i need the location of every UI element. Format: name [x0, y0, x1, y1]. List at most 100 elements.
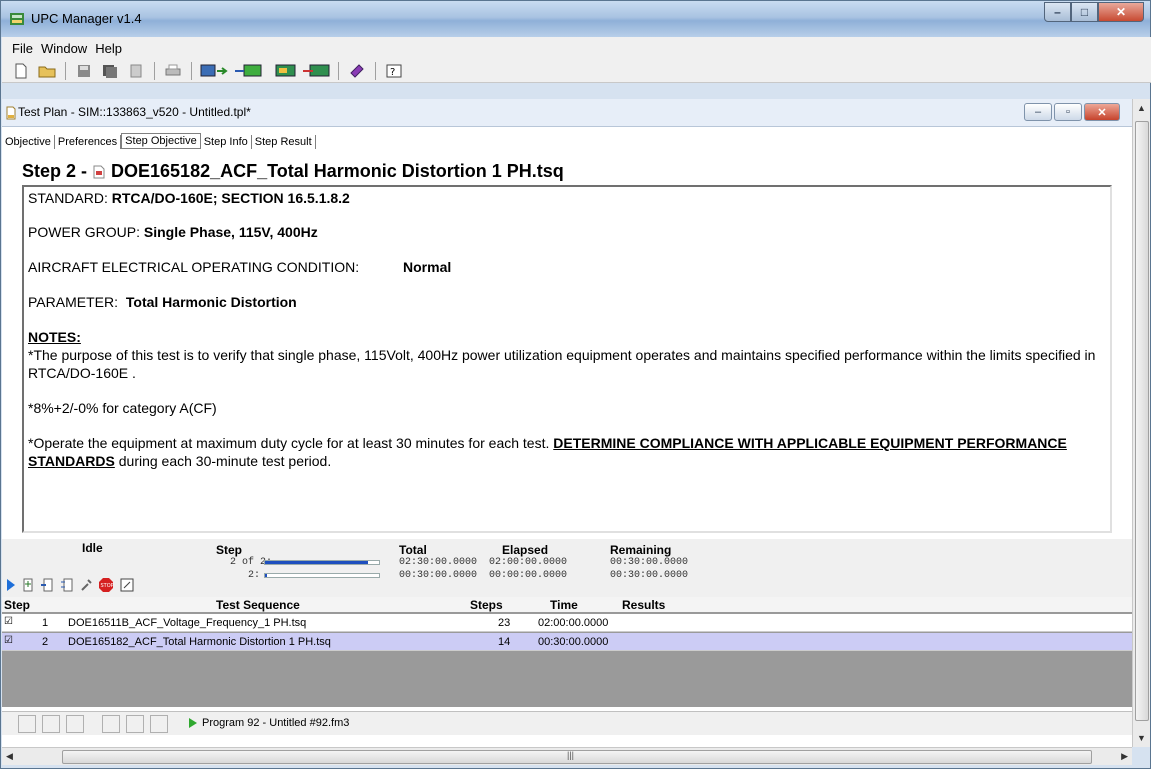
- horizontal-scroll-thumb[interactable]: [62, 750, 1092, 764]
- total-label: Total: [399, 543, 427, 557]
- menu-window[interactable]: Window: [37, 41, 91, 56]
- add-step-icon[interactable]: [40, 578, 54, 592]
- scroll-down-icon[interactable]: ▼: [1137, 733, 1146, 743]
- save-all-icon[interactable]: [99, 61, 121, 81]
- tab-step-result[interactable]: Step Result: [252, 135, 316, 149]
- horizontal-scrollbar[interactable]: ◀ ||| ▶: [2, 747, 1132, 765]
- child-minimize-button[interactable]: –: [1024, 103, 1052, 121]
- table-row[interactable]: ☑ 1 DOE16511B_ACF_Voltage_Frequency_1 PH…: [2, 614, 1132, 632]
- row-sequence-name: DOE165182_ACF_Total Harmonic Distortion …: [68, 636, 331, 648]
- save-icon[interactable]: [73, 61, 95, 81]
- row-time: 02:00:00.0000: [538, 617, 609, 629]
- standard-value: RTCA/DO-160E; SECTION 16.5.1.8.2: [111, 190, 350, 206]
- child-close-button[interactable]: ✕: [1084, 103, 1120, 121]
- play-icon: [189, 718, 197, 728]
- run-icon[interactable]: [6, 578, 16, 592]
- print-icon[interactable]: [162, 61, 184, 81]
- close-button[interactable]: ✕: [1098, 2, 1144, 22]
- elapsed-overall: 02:00:00.0000: [489, 557, 568, 568]
- window-title: UPC Manager v1.4: [31, 11, 142, 26]
- header-time[interactable]: Time: [550, 598, 578, 612]
- program-name: Program 92 - Untitled #92.fm3: [202, 717, 350, 729]
- sequence-table: Step Test Sequence Steps Time Results ☑ …: [2, 597, 1132, 707]
- step-column-label: Step: [216, 543, 243, 557]
- tab-step-info[interactable]: Step Info: [201, 135, 252, 149]
- header-steps[interactable]: Steps: [470, 598, 503, 612]
- scroll-left-icon[interactable]: ◀: [6, 751, 13, 762]
- parameter-value: Total Harmonic Distortion: [125, 294, 297, 310]
- edit-icon[interactable]: [120, 578, 134, 592]
- tab-step-objective[interactable]: Step Objective: [121, 133, 201, 149]
- remaining-overall: 00:30:00.0000: [610, 557, 689, 568]
- vertical-scroll-thumb[interactable]: [1135, 121, 1149, 721]
- row-checkbox[interactable]: ☑: [4, 636, 14, 646]
- scroll-grip-icon: |||: [567, 750, 575, 760]
- export-icon[interactable]: [301, 61, 331, 81]
- run-status-panel: Idle Step 2 of 2: 2: Total 02:30:00.0000…: [2, 539, 1132, 599]
- open-folder-icon[interactable]: [36, 61, 58, 81]
- stop-icon[interactable]: STOP: [98, 577, 114, 593]
- scroll-up-icon[interactable]: ▲: [1137, 103, 1146, 113]
- move-step-icon[interactable]: [60, 578, 74, 592]
- menu-help[interactable]: Help: [91, 41, 126, 56]
- properties-icon[interactable]: [125, 61, 147, 81]
- header-step[interactable]: Step: [4, 598, 30, 612]
- header-results[interactable]: Results: [622, 598, 665, 612]
- note-duty-cycle: *Operate the equipment at maximum duty c…: [28, 435, 550, 451]
- child-title-bar[interactable]: Test Plan - SIM::133863_v520 - Untitled.…: [2, 99, 1132, 127]
- row-number: 2: [42, 636, 49, 648]
- tab-objective[interactable]: Objective: [2, 135, 55, 149]
- objective-content: STANDARD: RTCA/DO-160E; SECTION 16.5.1.8…: [22, 185, 1112, 533]
- sequence-file-icon: [93, 165, 105, 178]
- row-number: 1: [42, 617, 49, 629]
- step-heading: Step 2 - DOE165182_ACF_Total Harmonic Di…: [22, 161, 564, 182]
- child-window-title: Test Plan - SIM::133863_v520 - Untitled.…: [18, 105, 251, 119]
- aircraft-condition-value: Normal: [403, 259, 452, 275]
- status-bar: Program 92 - Untitled #92.fm3: [2, 711, 1132, 735]
- row-steps: 23: [498, 617, 511, 629]
- header-test-sequence[interactable]: Test Sequence: [216, 598, 300, 612]
- overall-progress-bar: [264, 560, 380, 565]
- help-icon[interactable]: ?: [383, 61, 405, 81]
- main-window: UPC Manager v1.4 – □ ✕ File Window Help …: [0, 0, 1151, 769]
- tab-preferences[interactable]: Preferences: [55, 135, 122, 149]
- elapsed-label: Elapsed: [502, 543, 549, 557]
- row-steps: 14: [498, 636, 511, 648]
- table-header: Step Test Sequence Steps Time Results: [2, 597, 1132, 613]
- power-group-label: POWER GROUP:: [28, 224, 141, 240]
- maximize-button[interactable]: □: [1071, 2, 1098, 22]
- connect-icon[interactable]: [199, 61, 229, 81]
- row-checkbox[interactable]: ☑: [4, 617, 14, 627]
- insert-step-icon[interactable]: [22, 578, 34, 592]
- minimize-button[interactable]: –: [1044, 2, 1071, 22]
- tab-bar: Objective Preferences Step Objective Ste…: [2, 129, 1132, 149]
- note-purpose: *The purpose of this test is to verify t…: [28, 347, 1096, 381]
- menu-file[interactable]: File: [8, 41, 37, 56]
- app-icon: [10, 13, 24, 25]
- remaining-label: Remaining: [610, 543, 672, 557]
- notes-heading: NOTES:: [28, 329, 81, 345]
- note-category: *8%+2/-0% for category A(CF): [28, 400, 217, 416]
- vertical-scrollbar[interactable]: ▲ ▼: [1132, 99, 1150, 747]
- step-current: 2:: [248, 570, 261, 581]
- row-time: 00:30:00.0000: [538, 636, 609, 648]
- transfer-icon[interactable]: [233, 61, 263, 81]
- title-bar[interactable]: UPC Manager v1.4 – □ ✕: [1, 1, 1150, 37]
- book-icon[interactable]: [346, 61, 368, 81]
- svg-text:STOP: STOP: [101, 583, 114, 589]
- child-restore-button[interactable]: ▫: [1054, 103, 1082, 121]
- step-prefix: Step 2 -: [22, 161, 88, 181]
- aircraft-condition-label: AIRCRAFT ELECTRICAL OPERATING CONDITION:: [28, 259, 360, 275]
- new-file-icon[interactable]: [10, 61, 32, 81]
- power-group-value: Single Phase, 115V, 400Hz: [143, 224, 318, 240]
- test-plan-window: Test Plan - SIM::133863_v520 - Untitled.…: [2, 99, 1132, 747]
- svg-text:?: ?: [390, 67, 395, 78]
- parameter-label: PARAMETER:: [28, 294, 118, 310]
- program-status: Program 92 - Untitled #92.fm3: [188, 717, 349, 729]
- toolbar: ?: [2, 59, 1151, 83]
- scroll-right-icon[interactable]: ▶: [1121, 751, 1128, 762]
- table-row[interactable]: ☑ 2 DOE165182_ACF_Total Harmonic Distort…: [2, 633, 1132, 651]
- report-icon[interactable]: [267, 61, 297, 81]
- elapsed-step: 00:00:00.0000: [489, 570, 568, 581]
- tools-icon[interactable]: [80, 578, 92, 592]
